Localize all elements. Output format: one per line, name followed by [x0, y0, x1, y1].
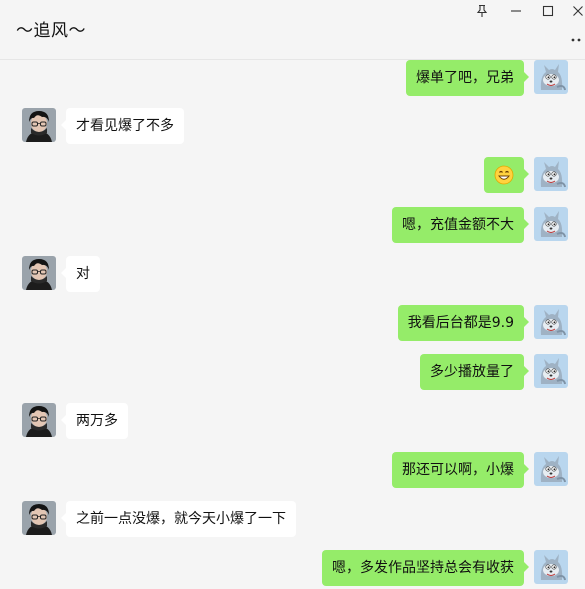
message-bubble[interactable]: 那还可以啊，小爆 — [392, 452, 529, 488]
message-bubble[interactable]: 我看后台都是9.9 — [397, 305, 530, 341]
my-avatar[interactable] — [534, 354, 568, 388]
message-bubble[interactable]: 对 — [61, 256, 100, 292]
message-outgoing: 嗯，充值金额不大 — [392, 207, 568, 243]
minimize-icon[interactable] — [505, 2, 527, 20]
message-bubble[interactable]: 才看见爆了不多 — [61, 108, 184, 144]
chat-header: 〜追风〜 — [0, 0, 585, 60]
close-icon[interactable] — [567, 2, 585, 20]
message-bubble[interactable]: 爆单了吧，兄弟 — [406, 60, 529, 96]
message-outgoing: 多少播放量了 — [420, 354, 568, 390]
my-avatar[interactable] — [534, 550, 568, 584]
my-avatar[interactable] — [534, 305, 568, 339]
contact-avatar[interactable] — [22, 403, 56, 437]
message-incoming: 之前一点没爆，就今天小爆了一下 — [22, 501, 296, 537]
contact-avatar[interactable] — [22, 501, 56, 535]
message-outgoing: 那还可以啊，小爆 — [392, 452, 568, 488]
maximize-icon[interactable] — [537, 2, 559, 20]
message-incoming: 对 — [22, 256, 100, 292]
my-avatar[interactable] — [534, 452, 568, 486]
message-incoming: 才看见爆了不多 — [22, 108, 184, 144]
message-bubble[interactable]: 两万多 — [61, 403, 128, 439]
message-bubble[interactable]: 嗯，多发作品坚持总会有收获 — [322, 550, 529, 586]
message-outgoing: 我看后台都是9.9 — [397, 305, 568, 341]
message-outgoing: 爆单了吧，兄弟 — [406, 60, 568, 96]
message-outgoing: 嗯，多发作品坚持总会有收获 — [322, 550, 568, 586]
contact-avatar[interactable] — [22, 256, 56, 290]
contact-name: 〜追风〜 — [16, 21, 86, 41]
my-avatar[interactable] — [534, 60, 568, 94]
grinning-face-emoji — [494, 165, 514, 185]
message-bubble[interactable]: 多少播放量了 — [420, 354, 529, 390]
message-incoming: 两万多 — [22, 403, 128, 439]
my-avatar[interactable] — [534, 157, 568, 191]
message-bubble[interactable] — [484, 157, 529, 193]
message-outgoing — [484, 157, 568, 193]
message-bubble[interactable]: 嗯，充值金额不大 — [392, 207, 529, 243]
contact-avatar[interactable] — [22, 108, 56, 142]
message-list[interactable]: 爆单了吧，兄弟 才看见爆了不多 嗯，充值金额不大 对 我看后台都是9.9 多少播… — [0, 60, 585, 589]
more-options-icon[interactable] — [570, 28, 584, 42]
pin-icon[interactable] — [471, 2, 493, 20]
my-avatar[interactable] — [534, 207, 568, 241]
message-bubble[interactable]: 之前一点没爆，就今天小爆了一下 — [61, 501, 296, 537]
